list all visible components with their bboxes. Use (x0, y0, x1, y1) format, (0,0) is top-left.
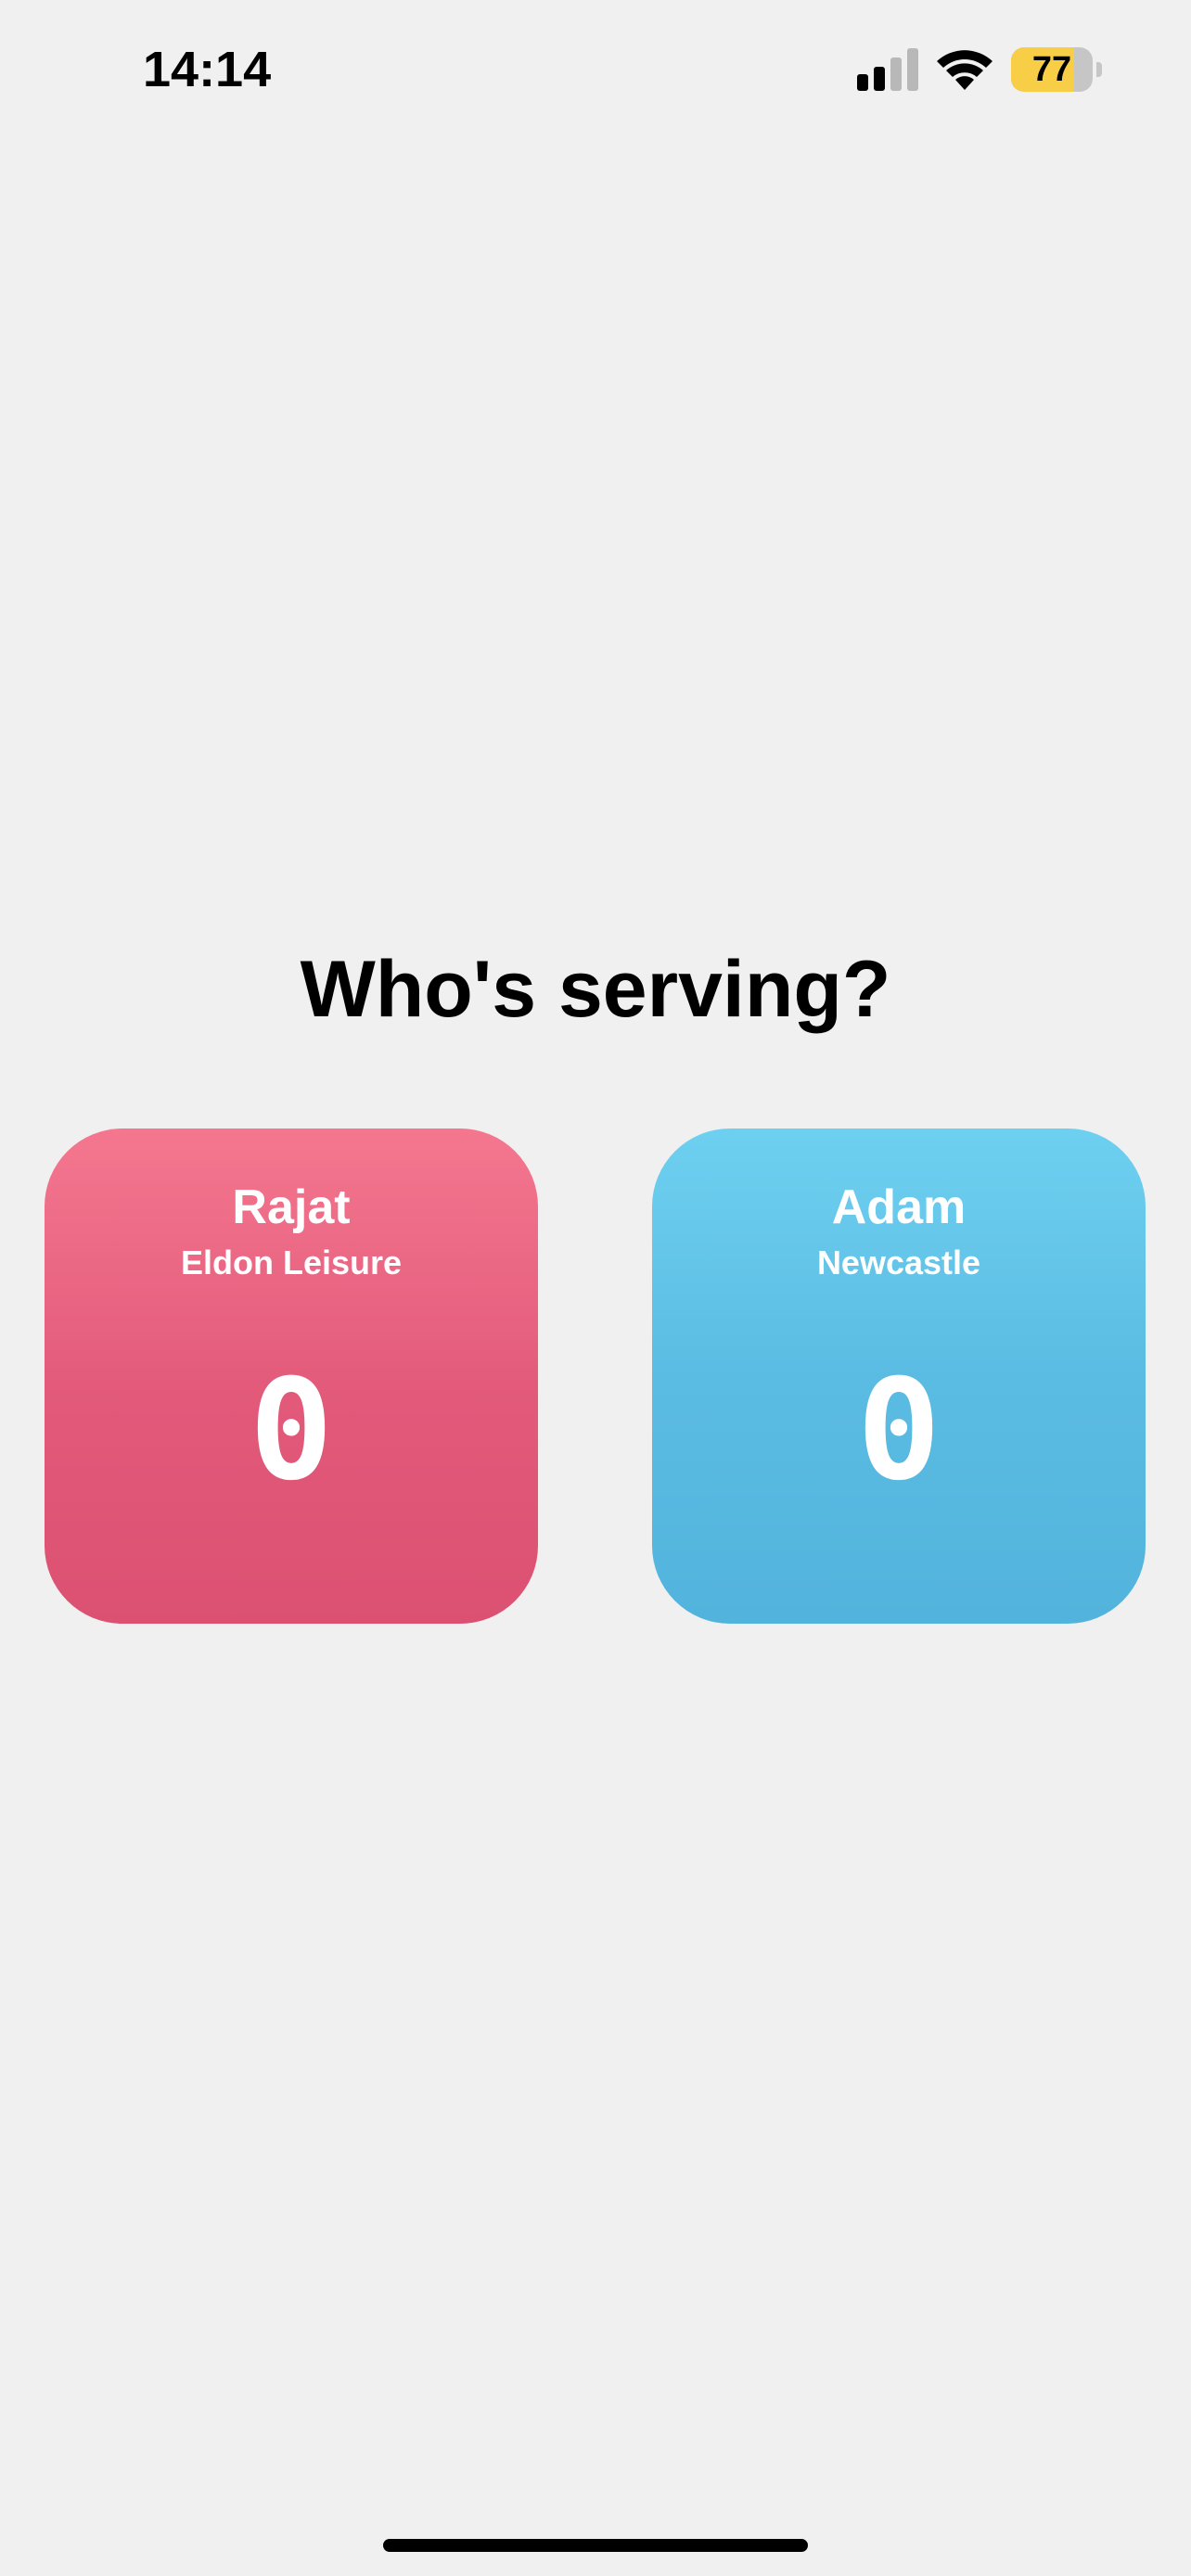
player-card-adam[interactable]: Adam Newcastle 0 (652, 1129, 1146, 1624)
status-bar: 14:14 77 (0, 0, 1191, 139)
player-club: Newcastle (816, 1243, 981, 1282)
signal-icon (857, 48, 918, 91)
player-name: Adam (831, 1180, 967, 1234)
wifi-icon (937, 50, 992, 90)
player-club: Eldon Leisure (180, 1243, 403, 1282)
battery-body: 77 (1011, 47, 1093, 92)
status-time: 14:14 (143, 42, 272, 97)
page-title: Who's serving? (300, 945, 891, 1034)
player-name: Rajat (232, 1180, 351, 1234)
player-score: 0 (856, 1350, 941, 1511)
home-indicator[interactable] (383, 2539, 808, 2552)
player-card-rajat[interactable]: Rajat Eldon Leisure 0 (45, 1129, 538, 1624)
battery-cap (1096, 62, 1102, 77)
battery-icon: 77 (1011, 47, 1104, 92)
battery-level: 77 (1031, 50, 1072, 89)
player-score: 0 (249, 1350, 334, 1511)
